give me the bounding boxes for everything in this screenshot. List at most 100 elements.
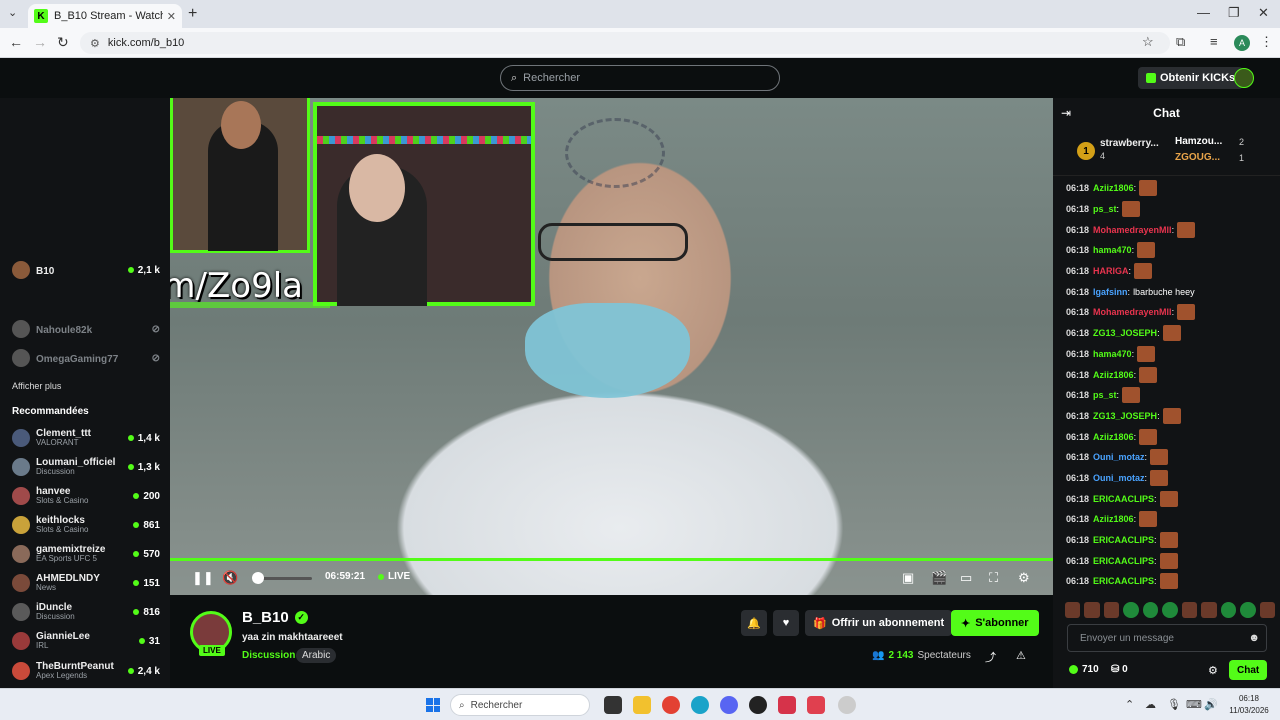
message-username[interactable]: MohamedrayenMll	[1093, 225, 1172, 235]
message-username[interactable]: MohamedrayenMll	[1093, 307, 1172, 317]
edge-icon[interactable]	[691, 696, 709, 714]
emote-icon[interactable]	[1259, 602, 1275, 618]
search-input[interactable]: ⌕ Rechercher	[500, 65, 780, 91]
reload-icon[interactable]: ↻	[57, 34, 69, 51]
emote-icon[interactable]	[1139, 366, 1158, 383]
sidebar-item-giannielee[interactable]: GiannieLee IRL 31	[0, 627, 170, 655]
taskbar-search[interactable]: ⌕ Rechercher	[450, 694, 590, 716]
pause-button[interactable]: ❚❚	[192, 570, 214, 586]
sidebar-item-b10[interactable]: B10 2,1 k	[0, 256, 170, 284]
bookmark-star-icon[interactable]: ☆	[1142, 34, 1154, 50]
emote-icon[interactable]	[1162, 602, 1178, 618]
message-username[interactable]: hama470	[1093, 245, 1132, 255]
emote-icon[interactable]	[1137, 242, 1156, 259]
close-window-button[interactable]: ✕	[1258, 5, 1269, 21]
emoji-icon[interactable]: ☻	[1248, 632, 1260, 644]
chat-message-input[interactable]: Envoyer un message ☻	[1067, 624, 1267, 652]
volume-icon[interactable]: 🔊	[1204, 698, 1218, 711]
emote-icon[interactable]	[1122, 387, 1141, 404]
emote-icon[interactable]	[1065, 602, 1081, 618]
close-tab-icon[interactable]: ✕	[167, 10, 176, 23]
clip-icon[interactable]: 🎬	[931, 570, 947, 586]
tray-chevron-icon[interactable]: ⌃	[1125, 698, 1134, 711]
emote-icon[interactable]	[1123, 602, 1139, 618]
minimize-button[interactable]: —	[1197, 5, 1210, 20]
message-username[interactable]: Aziiz1806	[1093, 514, 1134, 524]
message-username[interactable]: ps_st	[1093, 390, 1117, 400]
network-icon[interactable]: ⌨	[1186, 698, 1202, 711]
leader-name[interactable]: Hamzou...	[1175, 136, 1222, 147]
message-username[interactable]: ERICAACLIPS	[1093, 494, 1154, 504]
browser-tab[interactable]: K B_B10 Stream - Watch Live on K ✕	[28, 4, 182, 28]
windows-start-icon[interactable]	[426, 698, 440, 712]
fullscreen-icon[interactable]: ⛶	[989, 570, 998, 586]
mute-icon[interactable]: 🔇	[222, 570, 238, 586]
sidebar-item-ahmedlndy[interactable]: AHMEDLNDY News 151	[0, 569, 170, 597]
url-field[interactable]: ⚙ kick.com/b_b10	[80, 32, 1170, 54]
tab-search-icon[interactable]: ⌄	[8, 6, 17, 19]
chrome-icon[interactable]	[662, 696, 680, 714]
obs-icon[interactable]	[749, 696, 767, 714]
app-icon[interactable]	[807, 696, 825, 714]
emote-icon[interactable]	[1159, 552, 1178, 569]
get-kicks-button[interactable]: Obtenir KICKs	[1138, 67, 1244, 89]
message-username[interactable]: ZG13_JOSEPH	[1093, 328, 1157, 338]
subscribe-button[interactable]: ✦ S'abonner	[951, 610, 1039, 636]
emote-icon[interactable]	[1137, 345, 1156, 362]
extensions-icon[interactable]: ⧉	[1176, 34, 1185, 50]
back-icon[interactable]: ←	[9, 34, 23, 50]
emote-icon[interactable]	[1181, 602, 1198, 618]
sidebar-item-gamemixtreize[interactable]: gamemixtreize EA Sports UFC 5 570	[0, 540, 170, 568]
emote-icon[interactable]	[1159, 490, 1178, 507]
emote-icon[interactable]	[1150, 449, 1169, 466]
message-username[interactable]: Aziiz1806	[1093, 183, 1134, 193]
site-info-icon[interactable]: ⚙	[90, 37, 100, 50]
user-avatar[interactable]	[1234, 68, 1254, 88]
send-chat-button[interactable]: Chat	[1229, 660, 1268, 680]
emote-icon[interactable]	[1122, 201, 1141, 218]
message-username[interactable]: ps_st	[1093, 204, 1117, 214]
follow-heart-button[interactable]: ♥	[773, 610, 799, 636]
message-username[interactable]: lgafsinn	[1093, 287, 1128, 297]
emote-icon[interactable]	[1103, 602, 1120, 618]
leader-name[interactable]: strawberry...	[1100, 138, 1159, 149]
sidebar-item-omegagaming77[interactable]: OmegaGaming77 ⊘	[0, 344, 170, 372]
tray-app-icon[interactable]: ☁	[1145, 698, 1156, 711]
share-icon[interactable]: ⤴	[985, 649, 996, 665]
microphone-icon[interactable]: 🎙	[1167, 698, 1181, 711]
message-username[interactable]: ERICAACLIPS	[1093, 556, 1154, 566]
sidebar-item-hanvee[interactable]: hanvee Slots & Casino 200	[0, 482, 170, 510]
emote-icon[interactable]	[1177, 221, 1196, 238]
message-username[interactable]: ERICAACLIPS	[1093, 535, 1154, 545]
message-username[interactable]: hama470	[1093, 349, 1132, 359]
emote-icon[interactable]	[1240, 602, 1256, 618]
task-view-icon[interactable]	[604, 696, 622, 714]
theater-mode-icon[interactable]: ▭	[960, 570, 972, 586]
emote-icon[interactable]	[1134, 263, 1153, 280]
sidebar-item-keithlocks[interactable]: keithlocks Slots & Casino 861	[0, 511, 170, 539]
message-username[interactable]: Ouni_motaz	[1093, 452, 1145, 462]
emote-icon[interactable]	[1139, 511, 1158, 528]
message-username[interactable]: ERICAACLIPS	[1093, 576, 1154, 586]
video-player[interactable]: K Kick.com/Zo9la ❚❚ 🔇 06:59:21 LIVE ▣ 🎬 …	[170, 98, 1053, 595]
file-explorer-icon[interactable]	[633, 696, 651, 714]
chat-settings-icon[interactable]: ⚙	[1208, 664, 1218, 677]
emote-icon[interactable]	[1139, 180, 1158, 197]
message-username[interactable]: Aziiz1806	[1093, 432, 1134, 442]
channel-points[interactable]: 710	[1069, 664, 1099, 675]
report-icon[interactable]: ⚠	[1016, 649, 1026, 662]
restore-button[interactable]: ❐	[1228, 5, 1240, 21]
app-icon[interactable]	[778, 696, 796, 714]
miniplayer-icon[interactable]: ▣	[902, 570, 914, 586]
drops[interactable]: ⛁ 0	[1111, 664, 1128, 675]
system-clock[interactable]: 06:18 11/03/2026	[1224, 693, 1274, 717]
leader-name[interactable]: ZGOUG...	[1175, 152, 1220, 163]
emote-icon[interactable]	[1177, 304, 1196, 321]
forward-icon[interactable]: →	[33, 34, 47, 50]
new-tab-button[interactable]: +	[188, 5, 197, 23]
emote-icon[interactable]	[1159, 532, 1178, 549]
emote-icon[interactable]	[1142, 602, 1159, 618]
sidebar-item-loumani-officiel[interactable]: Loumani_officiel Discussion 1,3 k	[0, 453, 170, 481]
show-more-link[interactable]: Afficher plus	[12, 381, 61, 391]
volume-knob[interactable]	[252, 572, 264, 584]
